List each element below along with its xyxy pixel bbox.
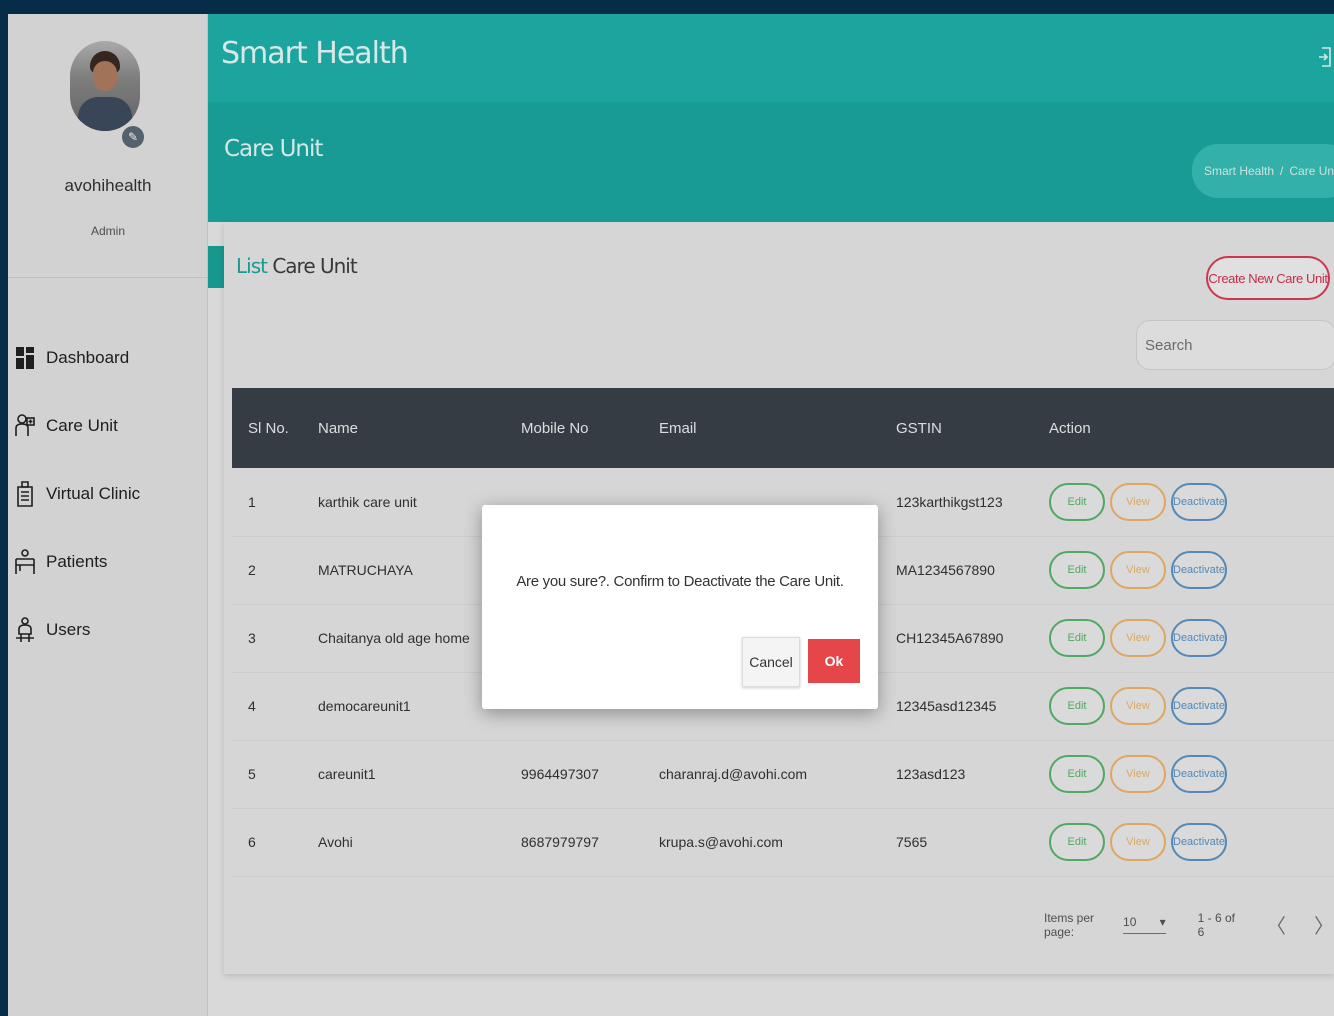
confirm-deactivate-dialog: Are you sure?. Confirm to Deactivate the… (482, 505, 878, 709)
dialog-message: Are you sure?. Confirm to Deactivate the… (516, 573, 844, 590)
ok-button[interactable]: Ok (808, 639, 860, 683)
cancel-button[interactable]: Cancel (742, 637, 800, 687)
